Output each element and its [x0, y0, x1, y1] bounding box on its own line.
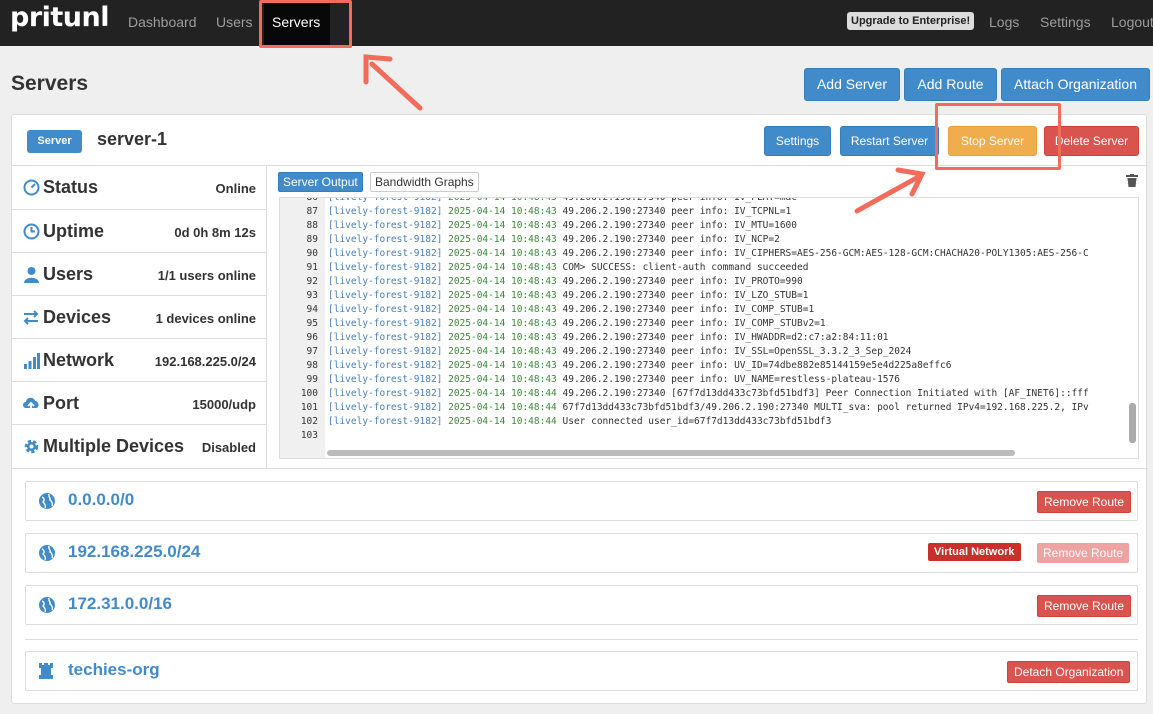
annotation-arrows	[363, 54, 926, 214]
arrow-to-servers-line	[369, 61, 423, 111]
